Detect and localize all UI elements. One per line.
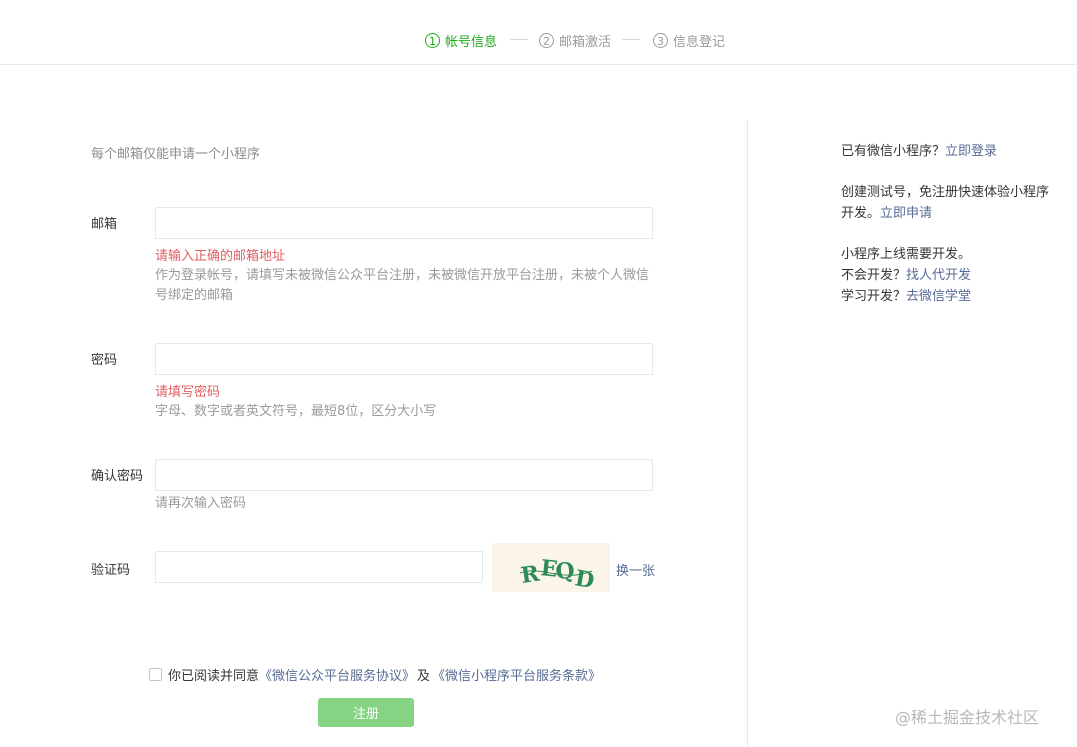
dev-question-1: 不会开发？ bbox=[841, 268, 907, 283]
step-account-info: 1 帐号信息 bbox=[425, 31, 497, 50]
dev-question-2: 学习开发？ bbox=[841, 289, 907, 304]
watermark: @稀土掘金技术社区 bbox=[895, 708, 1040, 727]
step-number: 1 bbox=[425, 33, 440, 48]
captcha-image[interactable]: R E Q D bbox=[492, 543, 610, 594]
confirm-password-tip: 请再次输入密码 bbox=[155, 496, 247, 511]
login-link[interactable]: 立即登录 bbox=[945, 144, 997, 159]
step-divider bbox=[622, 39, 640, 40]
test-account-text: 创建测试号，免注册快速体验小程序开发。 bbox=[841, 185, 1050, 221]
password-tip: 字母、数字或者英文符号，最短8位，区分大小写 bbox=[155, 404, 437, 419]
register-button[interactable]: 注册 bbox=[318, 698, 414, 727]
step-number: 3 bbox=[653, 33, 668, 48]
platform-terms-link[interactable]: 《微信小程序平台服务条款》 bbox=[432, 665, 601, 684]
service-agreement-link[interactable]: 《微信公众平台服务协议》 bbox=[259, 665, 415, 684]
password-error: 请填写密码 bbox=[155, 385, 221, 400]
step-email-activation: 2 邮箱激活 bbox=[539, 31, 611, 50]
dev-line: 小程序上线需要开发。 bbox=[841, 247, 972, 262]
password-input[interactable] bbox=[155, 343, 653, 375]
agree-checkbox[interactable] bbox=[149, 668, 162, 681]
find-developer-link[interactable]: 找人代开发 bbox=[906, 268, 971, 283]
step-divider bbox=[510, 39, 528, 40]
email-label: 邮箱 bbox=[91, 217, 118, 232]
confirm-password-label: 确认密码 bbox=[91, 469, 144, 484]
email-input[interactable] bbox=[155, 207, 653, 239]
captcha-char: R bbox=[519, 561, 541, 589]
step-info-registration: 3 信息登记 bbox=[653, 31, 725, 50]
dev-info: 小程序上线需要开发。 不会开发？找人代开发 学习开发？去微信学堂 bbox=[841, 244, 971, 307]
step-label: 信息登记 bbox=[673, 35, 726, 50]
agree-text: 你已阅读并同意 bbox=[168, 669, 260, 684]
form-notice: 每个邮箱仅能申请一个小程序 bbox=[91, 147, 261, 162]
email-error: 请输入正确的邮箱地址 bbox=[155, 249, 286, 264]
step-label: 帐号信息 bbox=[445, 35, 498, 50]
captcha-label: 验证码 bbox=[91, 563, 131, 578]
captcha-refresh-link[interactable]: 换一张 bbox=[616, 560, 655, 579]
confirm-password-input[interactable] bbox=[155, 459, 653, 491]
agreement-row: 你已阅读并同意 《微信公众平台服务协议》 及 《微信小程序平台服务条款》 bbox=[149, 665, 601, 684]
test-account-info: 创建测试号，免注册快速体验小程序开发。立即申请 bbox=[841, 182, 1061, 224]
apply-now-link[interactable]: 立即申请 bbox=[880, 206, 932, 221]
dev-learn-row: 学习开发？去微信学堂 bbox=[841, 286, 971, 307]
agree-and-text: 及 bbox=[417, 669, 431, 684]
password-label: 密码 bbox=[91, 353, 118, 368]
email-tip: 作为登录帐号，请填写未被微信公众平台注册，未被微信开放平台注册，未被个人微信号绑… bbox=[155, 268, 650, 303]
step-label: 邮箱激活 bbox=[559, 35, 612, 50]
vertical-divider bbox=[747, 120, 748, 747]
captcha-char: D bbox=[573, 565, 596, 592]
captcha-char: Q bbox=[555, 558, 576, 585]
wechat-academy-link[interactable]: 去微信学堂 bbox=[906, 289, 971, 304]
dev-outsource-row: 不会开发？找人代开发 bbox=[841, 265, 971, 286]
captcha-input[interactable] bbox=[155, 551, 483, 583]
step-number: 2 bbox=[539, 33, 554, 48]
login-prompt: 已有微信小程序？立即登录 bbox=[841, 141, 997, 162]
progress-header: 1 帐号信息 2 邮箱激活 3 信息登记 bbox=[0, 0, 1077, 65]
login-prompt-text: 已有微信小程序？ bbox=[841, 144, 946, 159]
